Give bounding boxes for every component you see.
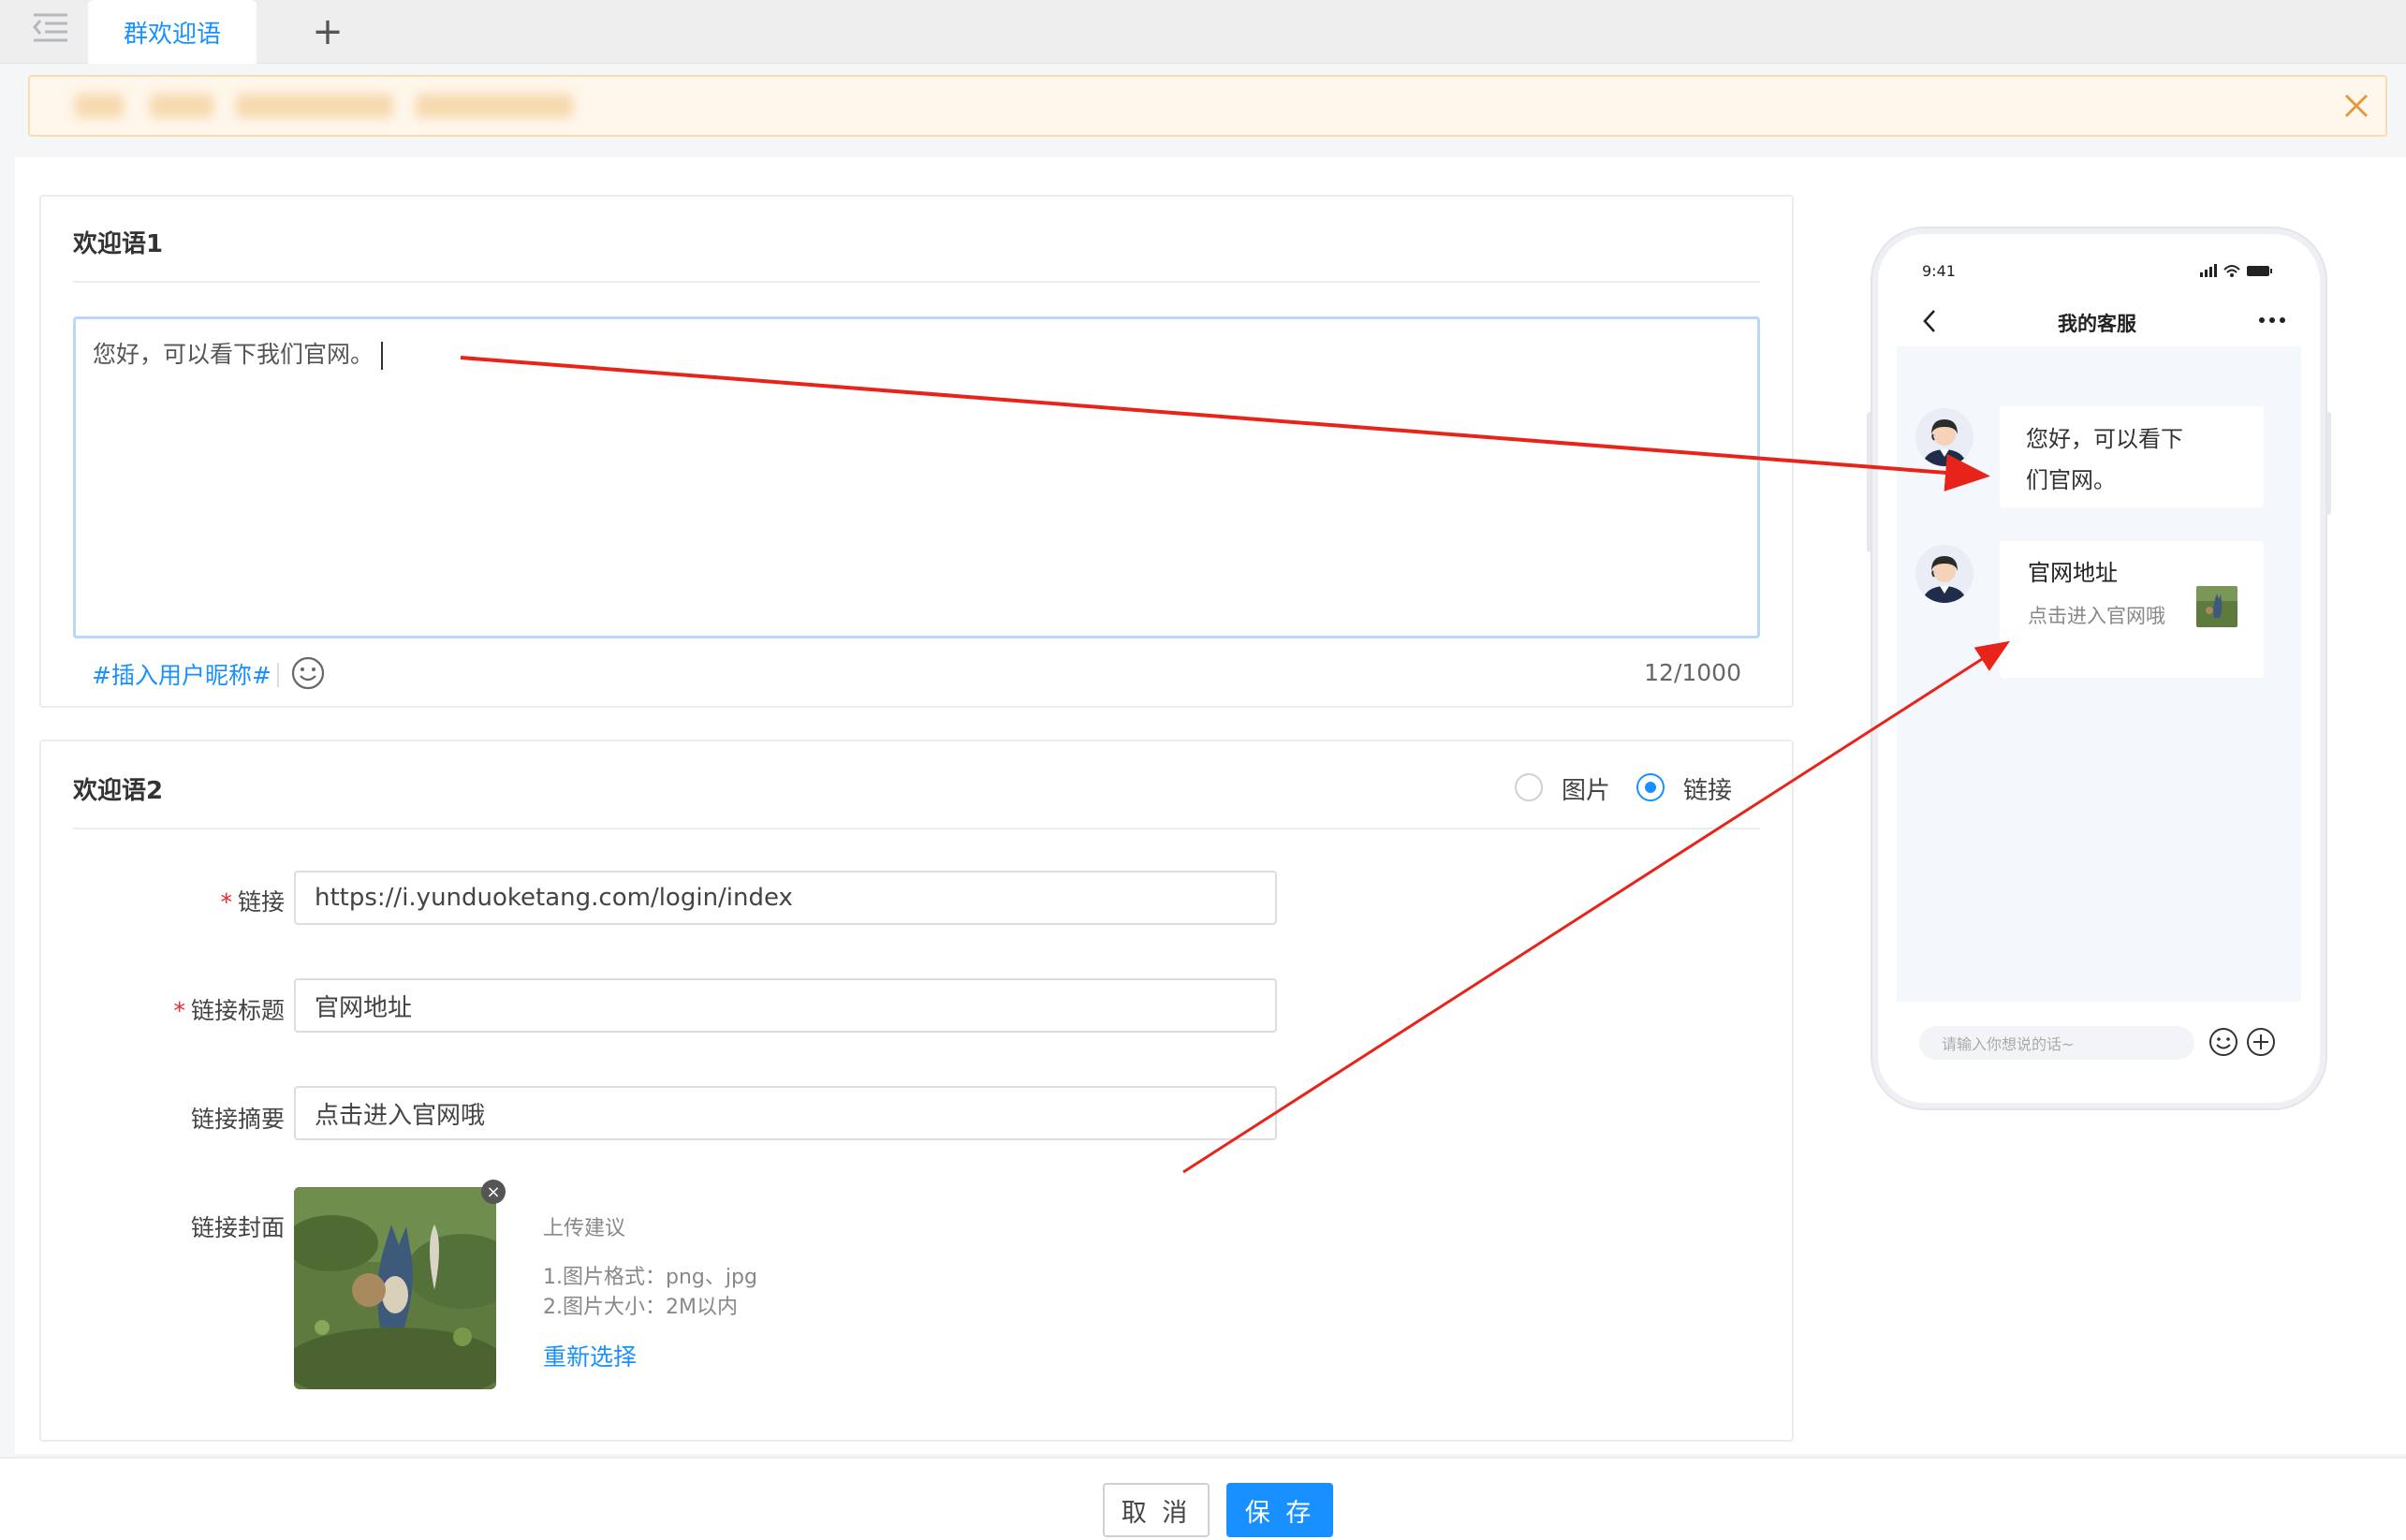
save-button[interactable]: 保 存 xyxy=(1226,1483,1333,1537)
blurred-notice-text xyxy=(75,94,124,118)
message-line: 您好，可以看下 xyxy=(2026,426,2183,452)
message-line: 们官网。 xyxy=(2026,467,2116,493)
tab-group-welcome[interactable]: 群欢迎语 xyxy=(88,0,257,64)
radio-link[interactable] xyxy=(1636,773,1665,801)
char-counter: 12/1000 xyxy=(1644,659,1741,686)
link-cover-label: 链接封面 xyxy=(190,1214,285,1241)
link-title-label: * 链接标题 xyxy=(4,992,285,1026)
insert-nickname-link[interactable]: #插入用户昵称# xyxy=(92,657,271,691)
close-icon[interactable] xyxy=(2337,86,2376,125)
textarea-content: 您好，可以看下我们官网。 xyxy=(93,341,374,368)
upload-hint-title: 上传建议 xyxy=(543,1217,626,1240)
tab-bar xyxy=(0,0,2406,64)
required-mark: * xyxy=(220,888,232,916)
link-title-input[interactable]: 官网地址 xyxy=(294,978,1277,1033)
link-title-value: 官网地址 xyxy=(315,993,413,1022)
blurred-notice-text xyxy=(150,94,213,118)
agent-avatar xyxy=(1915,545,1973,603)
divider xyxy=(73,828,1760,829)
link-card-desc: 点击进入官网哦 xyxy=(2028,605,2165,627)
menu-collapse-icon[interactable] xyxy=(32,11,69,43)
cancel-button[interactable]: 取 消 xyxy=(1103,1483,1210,1537)
status-time: 9:41 xyxy=(1922,262,1956,280)
link-summary-label: 链接摘要 xyxy=(190,1106,285,1133)
back-icon[interactable] xyxy=(1917,305,1942,337)
link-cover-image[interactable] xyxy=(294,1187,496,1389)
welcome-textarea[interactable]: 您好，可以看下我们官网。 xyxy=(73,316,1760,638)
link-card-title: 官网地址 xyxy=(2028,560,2118,586)
link-label: * 链接 xyxy=(4,884,285,917)
radio-image[interactable] xyxy=(1515,773,1543,801)
link-summary-value: 点击进入官网哦 xyxy=(315,1101,486,1130)
phone-side-button xyxy=(2325,412,2331,515)
more-icon[interactable] xyxy=(2256,311,2288,330)
agent-avatar xyxy=(1915,408,1973,466)
reselect-link[interactable]: 重新选择 xyxy=(543,1339,637,1372)
blurred-notice-text xyxy=(416,94,573,118)
remove-cover-icon[interactable]: × xyxy=(481,1180,506,1204)
link-label-text: 链接 xyxy=(237,888,285,916)
chat-input[interactable]: 请输入你想说的话~ xyxy=(1919,1026,2194,1060)
link-title-label-text: 链接标题 xyxy=(190,997,285,1024)
link-summary-input[interactable]: 点击进入官网哦 xyxy=(294,1086,1277,1140)
status-icons xyxy=(2200,262,2275,279)
upload-hint-size: 2.图片大小：2M以内 xyxy=(543,1296,738,1319)
required-mark: * xyxy=(173,997,185,1024)
text-caret xyxy=(381,342,384,370)
card-title: 欢迎语2 xyxy=(73,777,164,805)
emoji-icon[interactable] xyxy=(2208,1026,2239,1058)
blurred-notice-text xyxy=(236,94,393,118)
phone-chat-title: 我的客服 xyxy=(2058,313,2136,335)
card-title: 欢迎语1 xyxy=(73,230,164,258)
link-card-thumbnail xyxy=(2196,586,2237,627)
plus-icon[interactable] xyxy=(2245,1026,2277,1058)
divider xyxy=(277,663,279,687)
radio-image-label[interactable]: 图片 xyxy=(1562,771,1610,806)
link-url-input[interactable]: https://i.yunduoketang.com/login/index xyxy=(294,871,1277,925)
link-url-value: https://i.yunduoketang.com/login/index xyxy=(315,884,793,912)
add-tab-button[interactable]: + xyxy=(301,9,354,54)
divider xyxy=(73,281,1760,283)
radio-link-label[interactable]: 链接 xyxy=(1683,771,1732,806)
upload-hint-format: 1.图片格式：png、jpg xyxy=(543,1266,757,1289)
emoji-icon[interactable] xyxy=(290,655,326,691)
